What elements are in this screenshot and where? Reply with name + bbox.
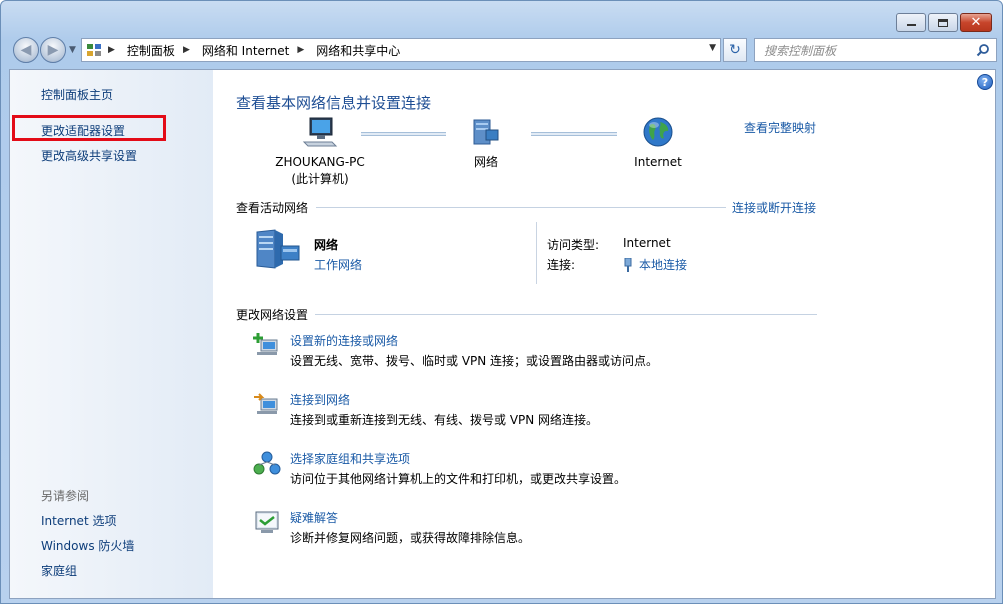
ethernet-plug-icon xyxy=(624,257,632,272)
local-connection-label: 本地连接 xyxy=(639,258,688,272)
maximize-icon xyxy=(938,18,948,27)
map-node-computer: ZHOUKANG-PC (此计算机) xyxy=(265,116,375,188)
search-icon[interactable] xyxy=(976,43,990,57)
breadcrumb-item[interactable]: 控制面板 xyxy=(127,42,175,59)
map-connector-line xyxy=(531,132,617,136)
section-divider xyxy=(316,207,726,208)
breadcrumb-label: 网络和共享中心 xyxy=(316,43,401,58)
chevron-right-icon: ▶ xyxy=(182,45,190,55)
forward-arrow-icon: ▶ xyxy=(47,42,59,58)
local-connection-link[interactable]: 本地连接 xyxy=(623,256,687,273)
see-also-heading: 另请参阅 xyxy=(41,489,90,503)
window-frame: ✕ ◀ ▶ ▼ ▶ 控制面板 ▶ 网络和 Internet ▶ 网络和共享中心 … xyxy=(0,0,1003,604)
map-connector-line xyxy=(361,132,446,136)
task-description: 设置无线、宽带、拨号、临时或 VPN 连接；或设置路由器或访问点。 xyxy=(290,354,659,368)
task-link[interactable]: 设置新的连接或网络 xyxy=(290,332,398,349)
breadcrumb-label: 控制面板 xyxy=(126,43,175,58)
sidebar: 控制面板主页 更改适配器设置 更改高级共享设置 另请参阅 Internet 选项… xyxy=(10,70,213,598)
map-node-internet: Internet xyxy=(623,116,693,171)
sidebar-link-homegroup[interactable]: 家庭组 xyxy=(41,562,77,579)
task-description: 访问位于其他网络计算机上的文件和打印机，或更改共享设置。 xyxy=(290,472,627,486)
maximize-button[interactable] xyxy=(928,13,958,32)
internet-label: Internet xyxy=(634,155,682,169)
access-type-label: 访问类型: xyxy=(547,238,600,252)
computer-subtitle: (此计算机) xyxy=(291,172,349,186)
back-button[interactable]: ◀ xyxy=(13,37,39,63)
active-network-name: 网络 xyxy=(314,238,339,252)
network-type-link[interactable]: 工作网络 xyxy=(314,256,362,273)
homegroup-icon xyxy=(253,451,281,475)
task-link[interactable]: 选择家庭组和共享选项 xyxy=(290,450,410,467)
close-button[interactable]: ✕ xyxy=(960,13,992,32)
minimize-button[interactable] xyxy=(896,13,926,32)
map-node-network: 网络 xyxy=(451,116,521,171)
window-controls: ✕ xyxy=(896,13,992,32)
search-placeholder: 搜索控制面板 xyxy=(764,43,837,58)
connections-label: 连接: xyxy=(547,258,576,272)
connect-network-icon xyxy=(254,393,278,414)
recent-pages-dropdown-icon[interactable]: ▼ xyxy=(69,45,76,55)
chevron-right-icon: ▶ xyxy=(297,45,305,55)
close-icon: ✕ xyxy=(970,15,982,30)
sidebar-link-windows-firewall[interactable]: Windows 防火墙 xyxy=(41,537,134,554)
active-network-icon xyxy=(256,229,300,269)
address-bar[interactable]: ▶ 控制面板 ▶ 网络和 Internet ▶ 网络和共享中心 ▼ xyxy=(81,38,721,62)
control-panel-icon xyxy=(87,44,101,56)
content-area: 控制面板主页 更改适配器设置 更改高级共享设置 另请参阅 Internet 选项… xyxy=(9,69,996,599)
section-divider xyxy=(315,314,817,315)
breadcrumb-separator[interactable]: ▶ xyxy=(295,45,310,55)
computer-icon xyxy=(302,117,338,147)
network-label: 网络 xyxy=(473,155,498,169)
sidebar-link-control-panel-home[interactable]: 控制面板主页 xyxy=(41,86,113,103)
view-full-map-link[interactable]: 查看完整映射 xyxy=(744,119,816,136)
sidebar-link-change-adapter-settings[interactable]: 更改适配器设置 xyxy=(41,122,125,139)
setup-connection-icon xyxy=(253,333,278,355)
refresh-icon: ↻ xyxy=(729,42,741,58)
minimize-icon xyxy=(906,20,916,26)
main-panel: ? 查看基本网络信息并设置连接 查看完整映射 ZHOUKANG-PC (此计算机… xyxy=(213,70,997,598)
sidebar-link-advanced-sharing-settings[interactable]: 更改高级共享设置 xyxy=(41,147,137,164)
access-type-value: Internet xyxy=(623,236,671,250)
nav-buttons: ◀ ▶ ▼ xyxy=(13,37,76,63)
task-description: 连接到或重新连接到无线、有线、拨号或 VPN 网络连接。 xyxy=(290,413,599,427)
refresh-button[interactable]: ↻ xyxy=(723,38,747,62)
navigation-bar: ◀ ▶ ▼ ▶ 控制面板 ▶ 网络和 Internet ▶ 网络和共享中心 ▼ … xyxy=(11,37,997,63)
task-link[interactable]: 连接到网络 xyxy=(290,391,350,408)
breadcrumb-root-separator[interactable]: ▶ xyxy=(106,45,121,55)
forward-button[interactable]: ▶ xyxy=(40,37,66,63)
network-icon xyxy=(473,119,499,145)
help-icon[interactable]: ? xyxy=(977,74,993,90)
connect-disconnect-link[interactable]: 连接或断开连接 xyxy=(732,199,816,216)
sidebar-link-internet-options[interactable]: Internet 选项 xyxy=(41,512,116,529)
task-description: 诊断并修复网络问题，或获得故障排除信息。 xyxy=(290,531,531,545)
breadcrumb-separator[interactable]: ▶ xyxy=(181,45,196,55)
globe-icon xyxy=(643,117,673,147)
back-arrow-icon: ◀ xyxy=(20,42,32,58)
breadcrumb-label: 网络和 Internet xyxy=(201,43,290,58)
breadcrumb-item[interactable]: 网络和 Internet xyxy=(202,42,289,59)
computer-name: ZHOUKANG-PC xyxy=(275,155,365,169)
change-settings-heading: 更改网络设置 xyxy=(236,308,309,322)
troubleshoot-icon xyxy=(255,511,279,533)
search-input[interactable]: 搜索控制面板 xyxy=(754,38,997,62)
address-history-dropdown-icon[interactable]: ▼ xyxy=(709,43,716,53)
vertical-divider xyxy=(536,222,537,284)
chevron-right-icon: ▶ xyxy=(108,45,115,55)
page-title: 查看基本网络信息并设置连接 xyxy=(236,94,432,112)
breadcrumb-item[interactable]: 网络和共享中心 xyxy=(316,42,400,59)
active-networks-heading: 查看活动网络 xyxy=(236,201,309,215)
task-link[interactable]: 疑难解答 xyxy=(290,509,338,526)
